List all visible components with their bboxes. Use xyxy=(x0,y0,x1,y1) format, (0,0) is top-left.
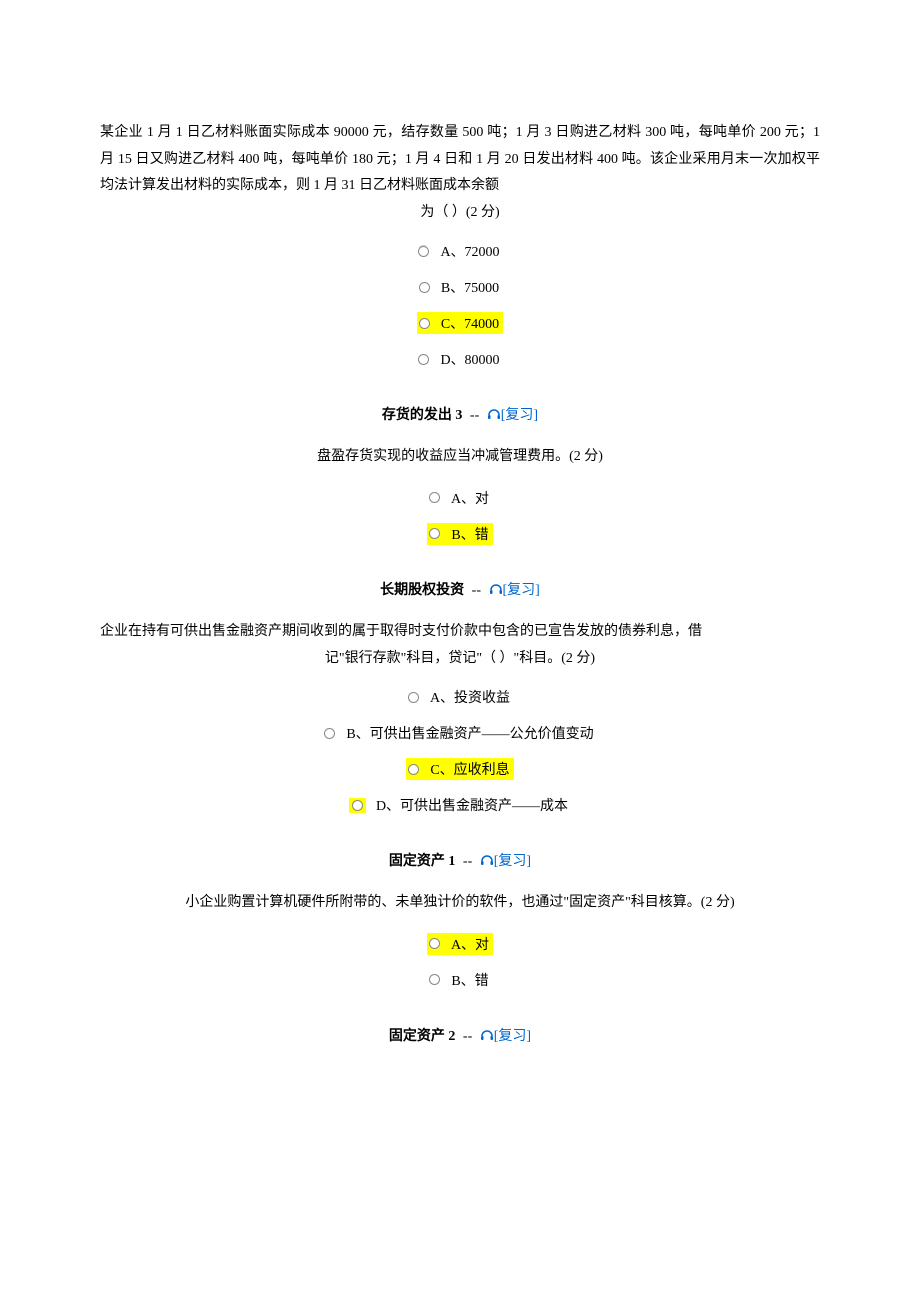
option-b[interactable]: B、可供出售金融资产——公允价值变动 xyxy=(322,722,597,744)
question2-options: A、对 B、错 xyxy=(100,487,820,545)
review-label: [复习] xyxy=(501,408,538,423)
option-label: B、可供出售金融资产——公允价值变动 xyxy=(346,723,593,743)
option-label: B、错 xyxy=(451,970,488,990)
option-label: B、错 xyxy=(451,524,488,544)
dash: -- xyxy=(470,408,479,423)
radio-icon[interactable] xyxy=(428,527,441,540)
option-d[interactable]: D、可供出售金融资产——成本 xyxy=(348,794,572,816)
headphone-icon xyxy=(480,854,494,866)
dash: -- xyxy=(463,854,472,869)
question4-text: 小企业购置计算机硬件所附带的、未单独计价的软件，也通过"固定资产"科目核算。(2… xyxy=(100,890,820,917)
question3-options: A、投资收益 B、可供出售金融资产——公允价值变动 C、应收利息 D、可供出售金… xyxy=(100,686,820,816)
option-label: A、对 xyxy=(451,488,489,508)
section-equity-investment: 长期股权投资 -- [复习] xyxy=(100,579,820,599)
option-true[interactable]: A、对 xyxy=(427,487,493,509)
review-link[interactable]: [复习] xyxy=(489,583,540,598)
option-false[interactable]: B、错 xyxy=(427,523,492,545)
dash: -- xyxy=(463,1029,472,1044)
review-label: [复习] xyxy=(494,854,531,869)
option-label: A、对 xyxy=(451,934,489,954)
option-label: D、80000 xyxy=(440,349,499,369)
radio-icon[interactable] xyxy=(418,317,431,330)
option-label: B、75000 xyxy=(441,277,499,297)
option-b[interactable]: B、75000 xyxy=(417,276,503,298)
option-label: D、可供出售金融资产——成本 xyxy=(376,795,568,815)
option-label: A、72000 xyxy=(440,241,499,261)
headphone-icon xyxy=(487,408,501,420)
question1-lastline: 为（ ）(2 分) xyxy=(100,200,820,227)
review-link[interactable]: [复习] xyxy=(480,854,531,869)
question2-text: 盘盈存货实现的收益应当冲减管理费用。(2 分) xyxy=(100,444,820,471)
question3-body: 企业在持有可供出售金融资产期间收到的属于取得时支付价款中包含的已宣告发放的债券利… xyxy=(100,624,702,639)
radio-icon[interactable] xyxy=(407,763,420,776)
section-inventory-3: 存货的发出 3 -- [复习] xyxy=(100,404,820,424)
section-fixed-assets-1: 固定资产 1 -- [复习] xyxy=(100,850,820,870)
question3-text: 企业在持有可供出售金融资产期间收到的属于取得时支付价款中包含的已宣告发放的债券利… xyxy=(100,619,820,672)
radio-icon[interactable] xyxy=(428,491,441,504)
review-link[interactable]: [复习] xyxy=(487,408,538,423)
option-a[interactable]: A、投资收益 xyxy=(406,686,514,708)
section-fixed-assets-2: 固定资产 2 -- [复习] xyxy=(100,1025,820,1045)
option-false[interactable]: B、错 xyxy=(427,969,492,991)
radio-icon[interactable] xyxy=(417,353,430,366)
question1-options: A、72000 B、75000 C、74000 D、80000 xyxy=(100,240,820,370)
headphone-icon xyxy=(480,1029,494,1041)
radio-icon[interactable] xyxy=(417,245,430,258)
section-title-text: 长期股权投资 xyxy=(380,583,464,598)
review-label: [复习] xyxy=(494,1029,531,1044)
question3-lastline: 记"银行存款"科目，贷记"（ ）"科目。(2 分) xyxy=(100,646,820,673)
option-label: C、应收利息 xyxy=(430,759,509,779)
option-label: A、投资收益 xyxy=(430,687,510,707)
option-c[interactable]: C、74000 xyxy=(417,312,503,334)
review-label: [复习] xyxy=(503,583,540,598)
question1-text: 某企业 1 月 1 日乙材料账面实际成本 90000 元，结存数量 500 吨；… xyxy=(100,120,820,226)
option-c[interactable]: C、应收利息 xyxy=(406,758,513,780)
section-title-text: 存货的发出 3 xyxy=(382,408,463,423)
dash: -- xyxy=(472,583,481,598)
radio-icon[interactable] xyxy=(323,727,336,740)
option-true[interactable]: A、对 xyxy=(427,933,493,955)
option-d[interactable]: D、80000 xyxy=(416,348,503,370)
option-label: C、74000 xyxy=(441,313,499,333)
section-title-text: 固定资产 2 xyxy=(389,1029,456,1044)
radio-icon[interactable] xyxy=(407,691,420,704)
question4-options: A、对 B、错 xyxy=(100,933,820,991)
radio-icon[interactable] xyxy=(428,973,441,986)
review-link[interactable]: [复习] xyxy=(480,1029,531,1044)
radio-icon[interactable] xyxy=(418,281,431,294)
option-a[interactable]: A、72000 xyxy=(416,240,503,262)
section-title-text: 固定资产 1 xyxy=(389,854,456,869)
headphone-icon xyxy=(489,583,503,595)
radio-icon[interactable] xyxy=(351,799,364,812)
question1-body: 某企业 1 月 1 日乙材料账面实际成本 90000 元，结存数量 500 吨；… xyxy=(100,125,820,193)
radio-icon[interactable] xyxy=(428,937,441,950)
